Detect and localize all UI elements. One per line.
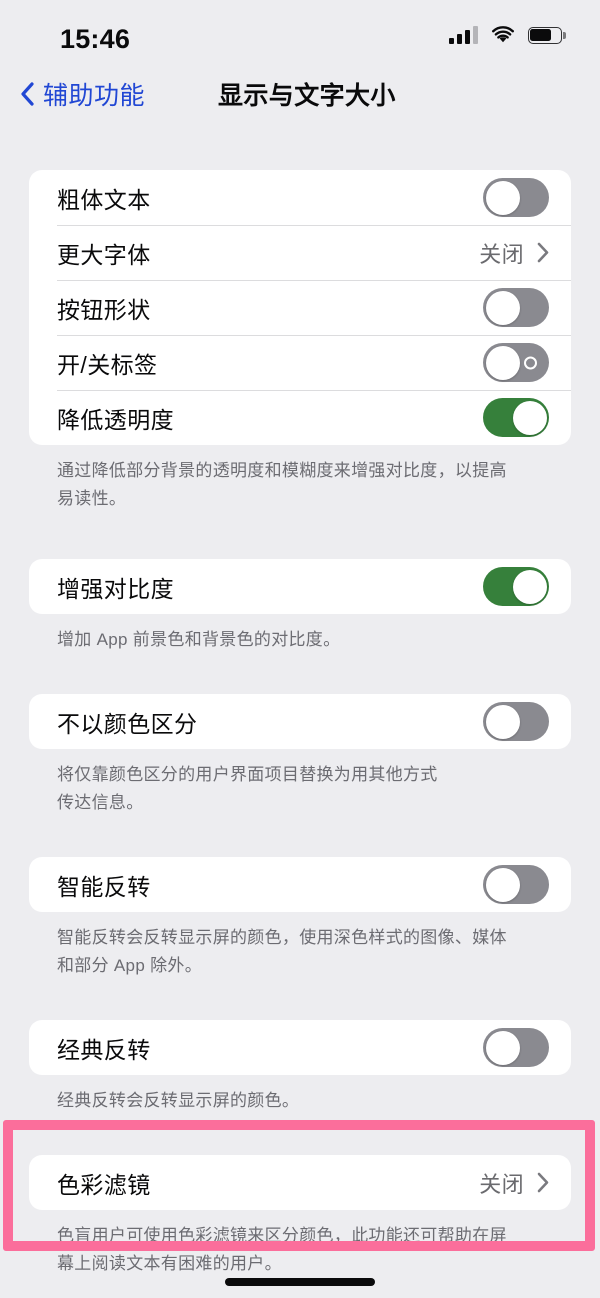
footnote-classic-invert: 经典反转会反转显示屏的颜色。 (57, 1091, 300, 1110)
row-accessory (483, 343, 549, 382)
footnote-smart-invert: 智能反转会反转显示屏的颜色，使用深色样式的图像、媒体 和部分 App 除外。 (57, 928, 507, 975)
toggle-reduce-transparency[interactable] (483, 398, 549, 437)
row-reduce-transparency[interactable]: 降低透明度 (29, 390, 571, 445)
chevron-right-icon (537, 242, 549, 263)
row-label: 更大字体 (57, 241, 151, 268)
footnote-reduce-transparency: 通过降低部分背景的透明度和模糊度来增强对比度，以提高 易读性。 (57, 461, 507, 508)
toggle-differentiate-without-color[interactable] (483, 702, 549, 741)
footnote-color-filters: 色盲用户可使用色彩滤镜来区分颜色，此功能还可帮助在屏 幕上阅读文本有困难的用户。 (57, 1226, 507, 1273)
row-accessory: 关闭 (479, 1167, 549, 1199)
row-value: 关闭 (479, 241, 524, 267)
row-accessory (483, 567, 549, 606)
settings-group-differentiate-without-color: 不以颜色区分 (29, 694, 571, 749)
row-on-off-labels[interactable]: 开/关标签 (29, 335, 571, 390)
navigation-bar: 辅助功能 显示与文字大小 (0, 70, 600, 132)
settings-group-color-filters: 色彩滤镜 关闭 (29, 1155, 571, 1210)
row-accessory (483, 178, 549, 217)
row-value: 关闭 (479, 1171, 524, 1197)
row-color-filters[interactable]: 色彩滤镜 关闭 (29, 1155, 571, 1210)
status-bar: 15:46 (0, 0, 600, 70)
row-label: 粗体文本 (57, 186, 151, 213)
status-bar-time: 15:46 (60, 24, 131, 54)
row-label: 降低透明度 (57, 406, 174, 433)
iphone-screen: 15:46 辅助功能 显示与文字大小 粗体文本 更大字体 关闭 按钮形状 开/关… (0, 0, 600, 1298)
cellular-signal-icon (449, 26, 478, 44)
battery-icon (528, 26, 566, 44)
row-differentiate-without-color[interactable]: 不以颜色区分 (29, 694, 571, 749)
row-label: 开/关标签 (57, 351, 158, 378)
back-button-label: 辅助功能 (43, 82, 146, 110)
row-bold-text[interactable]: 粗体文本 (29, 170, 571, 225)
row-smart-invert[interactable]: 智能反转 (29, 857, 571, 912)
row-label: 增强对比度 (57, 575, 174, 602)
row-accessory (483, 1028, 549, 1067)
chevron-left-icon (20, 82, 34, 106)
footnote-differentiate-without-color: 将仅靠颜色区分的用户界面项目替换为用其他方式 传达信息。 (57, 765, 438, 812)
settings-list: 粗体文本 更大字体 关闭 按钮形状 开/关标签 降低透明度 通过降低部分背景的透… (0, 132, 600, 1278)
row-increase-contrast[interactable]: 增强对比度 (29, 559, 571, 614)
page-title: 显示与文字大小 (218, 82, 396, 110)
row-label: 不以颜色区分 (57, 710, 198, 737)
settings-group-classic-invert: 经典反转 (29, 1020, 571, 1075)
toggle-on-off-labels[interactable] (483, 343, 549, 382)
row-accessory (483, 702, 549, 741)
settings-group-increase-contrast: 增强对比度 (29, 559, 571, 614)
toggle-bold-text[interactable] (483, 178, 549, 217)
home-indicator[interactable] (225, 1278, 375, 1286)
footnote-increase-contrast: 增加 App 前景色和背景色的对比度。 (57, 630, 341, 649)
row-label: 色彩滤镜 (57, 1171, 151, 1198)
row-label: 按钮形状 (57, 296, 151, 323)
row-classic-invert[interactable]: 经典反转 (29, 1020, 571, 1075)
wifi-icon (491, 26, 515, 44)
back-button[interactable]: 辅助功能 (20, 76, 145, 112)
toggle-button-shapes[interactable] (483, 288, 549, 327)
row-larger-text[interactable]: 更大字体 关闭 (29, 225, 571, 280)
settings-group-display: 粗体文本 更大字体 关闭 按钮形状 开/关标签 降低透明度 (29, 170, 571, 445)
row-accessory: 关闭 (479, 237, 549, 269)
row-accessory (483, 865, 549, 904)
chevron-right-icon (537, 1172, 549, 1193)
toggle-off-label-o-icon (524, 356, 537, 369)
settings-group-smart-invert: 智能反转 (29, 857, 571, 912)
toggle-increase-contrast[interactable] (483, 567, 549, 606)
row-label: 经典反转 (57, 1036, 151, 1063)
row-button-shapes[interactable]: 按钮形状 (29, 280, 571, 335)
status-bar-indicators (449, 26, 566, 44)
toggle-classic-invert[interactable] (483, 1028, 549, 1067)
toggle-smart-invert[interactable] (483, 865, 549, 904)
row-label: 智能反转 (57, 873, 151, 900)
row-accessory (483, 398, 549, 437)
row-accessory (483, 288, 549, 327)
